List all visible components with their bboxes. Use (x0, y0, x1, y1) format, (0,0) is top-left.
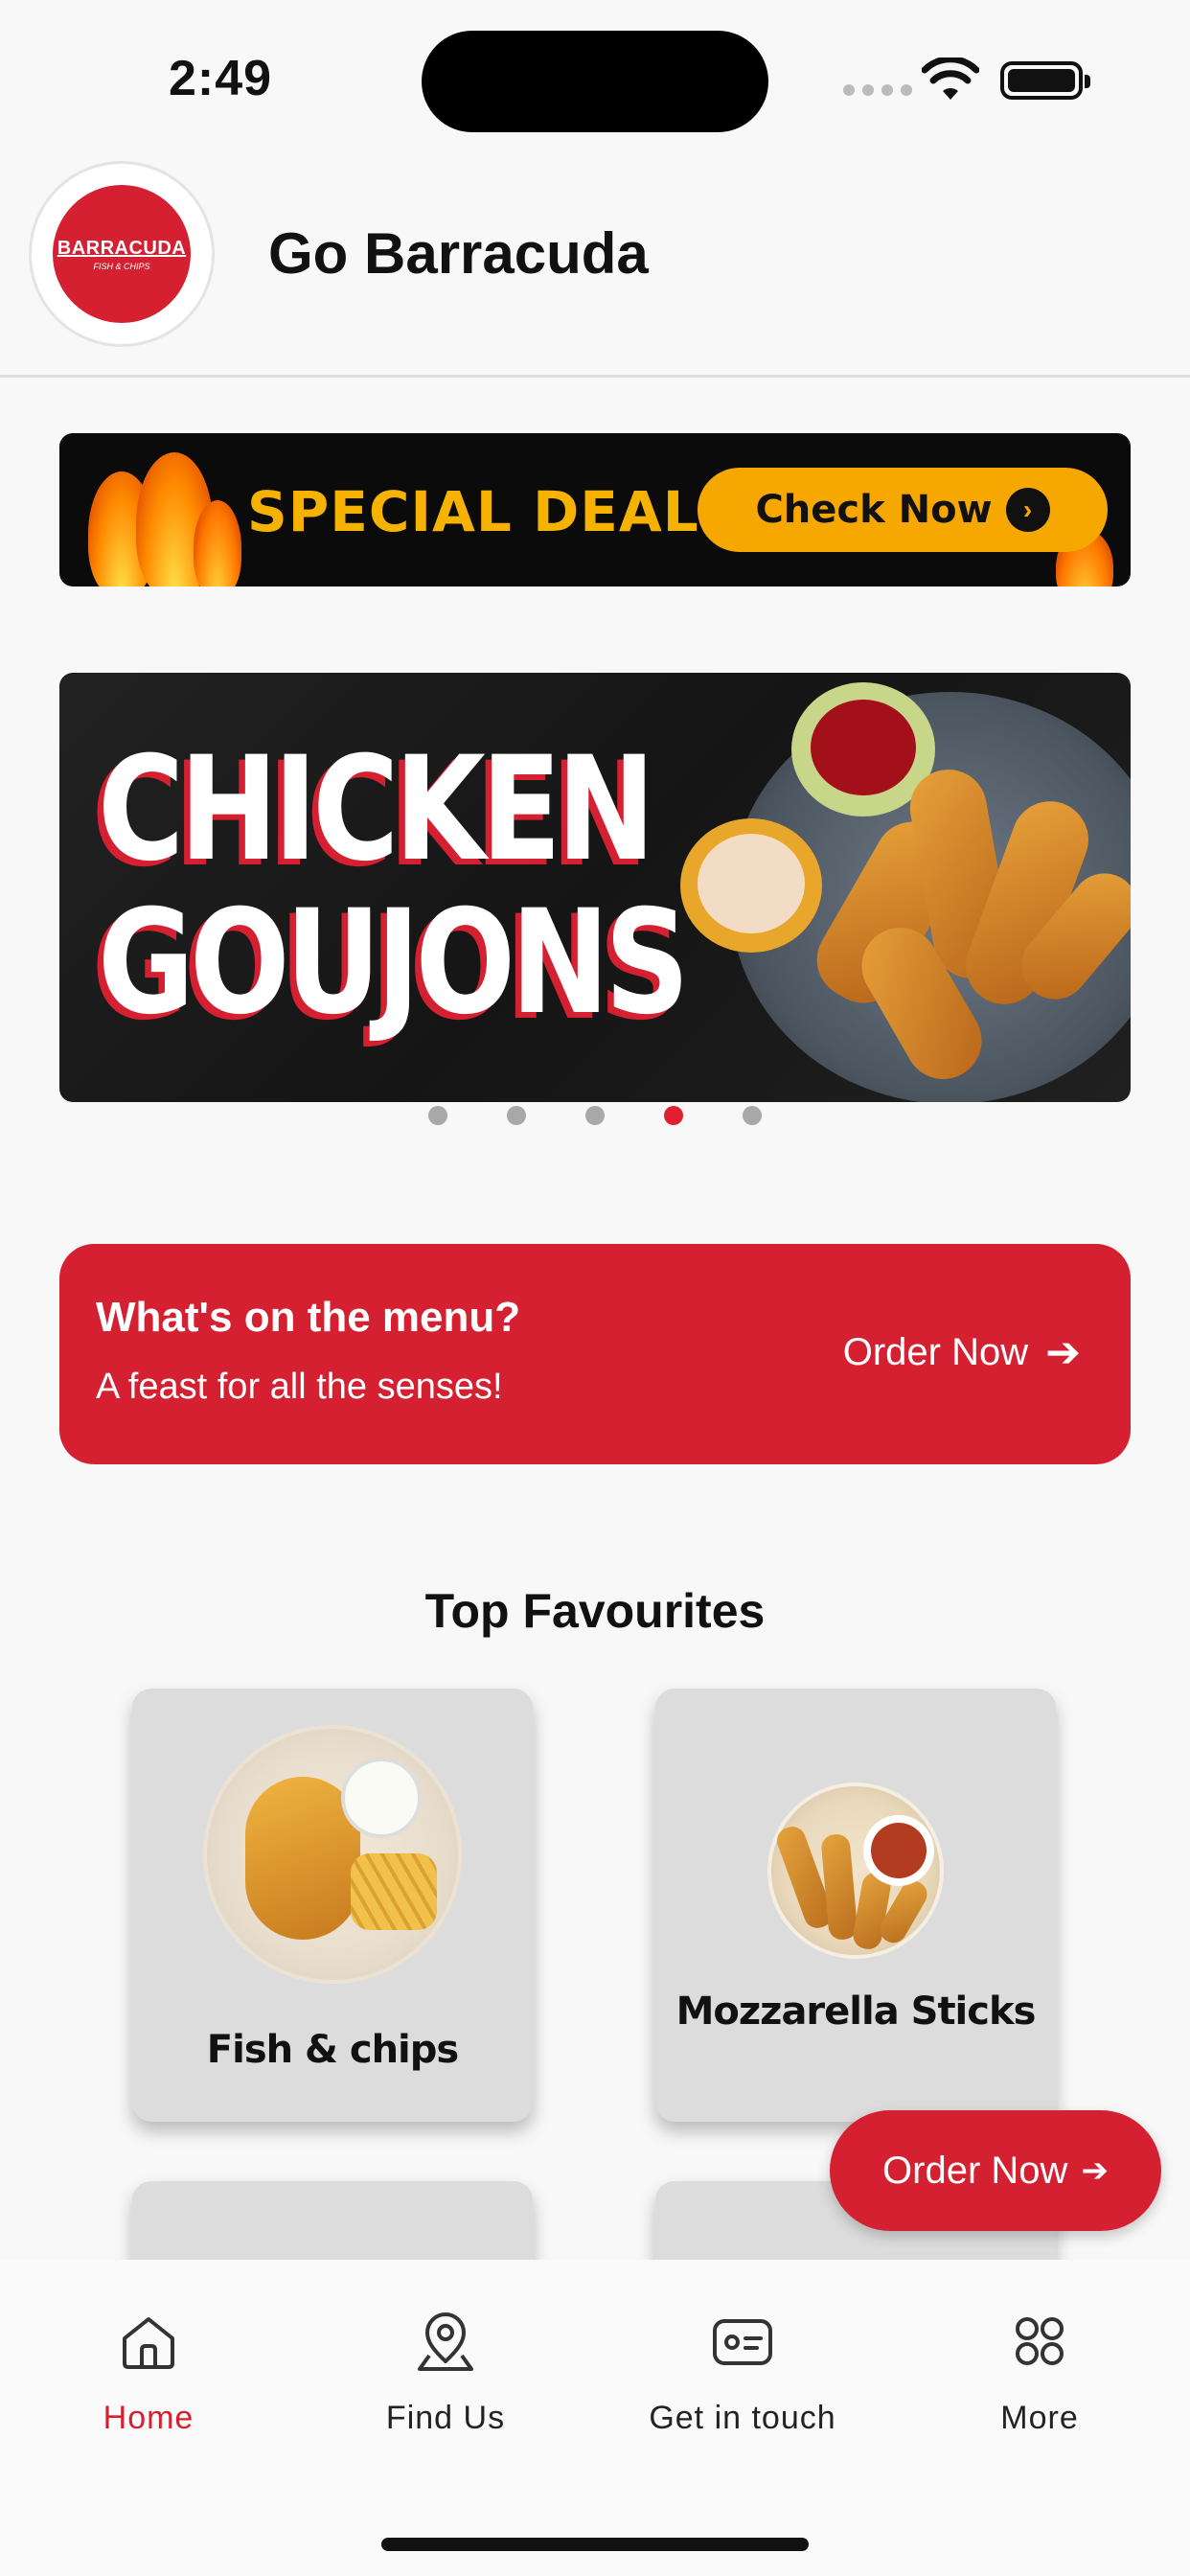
home-icon (123, 2317, 174, 2369)
app-header: BARRACUDA FISH & CHIPS Go Barracuda (0, 153, 1190, 378)
pagination-dot[interactable] (428, 1106, 447, 1125)
cellular-signal-icon (843, 84, 912, 96)
floating-order-now-button[interactable]: Order Now ➔ (830, 2110, 1161, 2231)
contact-card-icon (713, 2319, 772, 2365)
favourite-label: Mozzarella Sticks (675, 1990, 1037, 2034)
mozzarella-sticks-image (767, 1782, 944, 1959)
status-bar: 2:49 (0, 0, 1190, 153)
arrow-right-circle-icon: › (1005, 488, 1050, 532)
pagination-dot-active[interactable] (664, 1106, 683, 1125)
tab-label: Find Us (385, 2400, 506, 2436)
carousel-pagination[interactable] (0, 1106, 1190, 1125)
pagination-dot[interactable] (743, 1106, 762, 1125)
carousel-headline-line1: CHICKEN (98, 726, 655, 893)
tab-find-us[interactable]: Find Us (311, 2308, 580, 2437)
menu-card-title: What's on the menu? (96, 1294, 521, 1341)
location-pin-icon (418, 2312, 473, 2371)
favourite-card-mozzarella-sticks[interactable]: Mozzarella Sticks (655, 1689, 1056, 2122)
menu-card-subtitle: A feast for all the senses! (96, 1367, 503, 1407)
special-deals-banner[interactable]: SPECIAL DEALS Check Now › (59, 433, 1131, 586)
tab-home[interactable]: Home (14, 2308, 283, 2437)
grid-icon (1016, 2317, 1064, 2365)
tab-more[interactable]: More (905, 2308, 1174, 2437)
tab-label: Home (103, 2400, 195, 2436)
status-time: 2:49 (169, 51, 273, 106)
pagination-dot[interactable] (585, 1106, 605, 1125)
logo-subtext: FISH & CHIPS (93, 261, 150, 271)
check-now-button[interactable]: Check Now › (698, 468, 1108, 552)
fish-and-chips-image (203, 1725, 462, 1984)
carousel-headline-line2: GOUJONS (98, 880, 690, 1046)
menu-order-now-button[interactable]: Order Now ➔ (843, 1328, 1081, 1377)
wifi-icon (922, 58, 979, 100)
home-indicator (381, 2538, 809, 2551)
check-now-label: Check Now (755, 488, 993, 532)
tab-label: More (1000, 2400, 1079, 2436)
section-title-top-favourites: Top Favourites (424, 1584, 766, 1638)
menu-order-now-label: Order Now (842, 1331, 1029, 1373)
tab-label: Get in touch (649, 2400, 836, 2436)
floating-order-now-label: Order Now (882, 2149, 1068, 2192)
bottom-tab-bar: Home Find Us Get in touch More (0, 2260, 1190, 2576)
deals-headline: SPECIAL DEALS (247, 479, 741, 544)
favourite-label: Fish & chips (206, 2028, 459, 2072)
favourite-card-fish-and-chips[interactable]: Fish & chips (132, 1689, 533, 2122)
app-title: Go Barracuda (268, 221, 649, 286)
logo-text: BARRACUDA (57, 237, 187, 259)
tab-get-in-touch[interactable]: Get in touch (608, 2308, 877, 2437)
dynamic-island (422, 31, 768, 132)
battery-icon (1000, 61, 1090, 100)
menu-promo-card[interactable]: What's on the menu? A feast for all the … (59, 1244, 1131, 1464)
arrow-right-icon: ➔ (1045, 1329, 1081, 1376)
brand-logo: BARRACUDA FISH & CHIPS (29, 161, 215, 347)
pagination-dot[interactable] (507, 1106, 526, 1125)
arrow-right-icon: ➔ (1081, 2152, 1109, 2189)
promo-carousel[interactable]: CHICKEN GOUJONS (59, 673, 1131, 1102)
